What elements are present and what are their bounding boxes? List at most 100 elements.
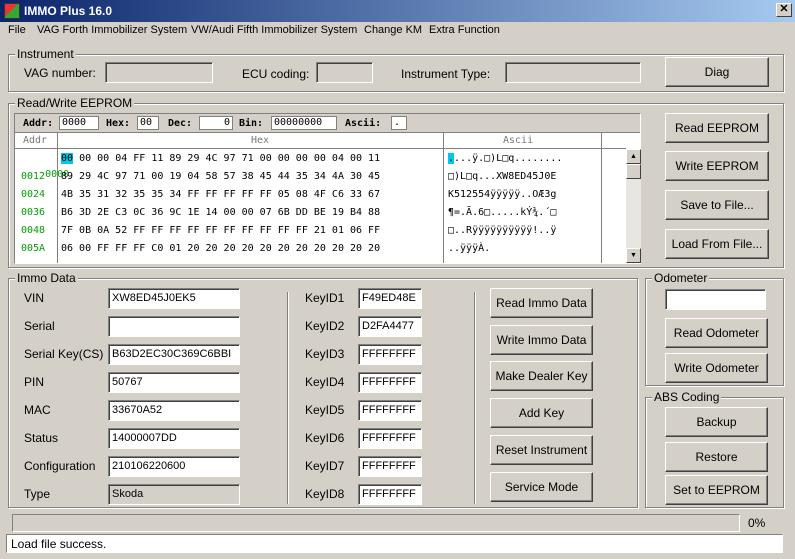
configuration-label: Configuration bbox=[24, 459, 96, 473]
scroll-down-icon[interactable]: ▼ bbox=[626, 248, 641, 263]
row-hex[interactable]: 7F 0B 0A 52 FF FF FF FF FF FF FF FF FF F… bbox=[61, 223, 380, 239]
odometer-field[interactable] bbox=[665, 289, 766, 310]
hex-row[interactable]: 0012 bbox=[21, 169, 45, 185]
type-field: Skoda bbox=[108, 484, 240, 505]
row-ascii[interactable]: ¶=.Ã.6□.....kÝ¾.´□ bbox=[448, 205, 556, 221]
bin-value: 00000000 bbox=[271, 116, 337, 130]
write-odometer-button[interactable]: Write Odometer bbox=[665, 353, 768, 383]
add-key-button[interactable]: Add Key bbox=[490, 398, 593, 428]
diag-button[interactable]: Diag bbox=[665, 57, 769, 87]
keyid4-field[interactable]: FFFFFFFF bbox=[358, 372, 422, 393]
hex-column-header-label: Hex bbox=[251, 135, 270, 146]
menu-extra-function[interactable]: Extra Function bbox=[429, 24, 500, 36]
hex-row-ascii[interactable]: ....ÿ.□)L□q........ bbox=[448, 151, 562, 167]
instrument-type-field[interactable] bbox=[505, 62, 641, 83]
mac-label: MAC bbox=[24, 403, 51, 417]
column-separator bbox=[601, 133, 602, 263]
title-bar: IMMO Plus 16.0 ✕ bbox=[0, 0, 795, 22]
menu-vw-audi-fifth[interactable]: VW/Audi Fifth Immobilizer System bbox=[191, 24, 357, 36]
hex-row[interactable]: 0024 bbox=[21, 187, 45, 203]
status-label: Status bbox=[24, 431, 59, 445]
close-button[interactable]: ✕ bbox=[776, 3, 792, 17]
addr-label: Addr: bbox=[23, 118, 54, 129]
hex-editor[interactable]: Addr: 0000 Hex: 00 Dec: 0 Bin: 00000000 … bbox=[14, 113, 641, 264]
keyid5-label: KeyID5 bbox=[305, 403, 345, 417]
vin-field[interactable]: XW8ED45J0EK5 bbox=[108, 288, 240, 309]
scroll-thumb[interactable] bbox=[626, 164, 641, 179]
service-mode-button[interactable]: Service Mode bbox=[490, 472, 593, 502]
ascii-value: . bbox=[391, 116, 407, 130]
reset-instrument-button[interactable]: Reset Instrument bbox=[490, 435, 593, 465]
backup-button[interactable]: Backup bbox=[665, 407, 768, 437]
make-dealer-key-button[interactable]: Make Dealer Key bbox=[490, 361, 593, 391]
vin-label: VIN bbox=[24, 291, 45, 305]
row-ascii[interactable]: □..Rÿÿÿÿÿÿÿÿÿÿ!..ÿ bbox=[448, 223, 556, 239]
window-title: IMMO Plus 16.0 bbox=[24, 4, 113, 18]
ecu-coding-label: ECU coding: bbox=[242, 67, 310, 81]
vag-number-field[interactable] bbox=[105, 62, 213, 83]
keyid2-field[interactable]: D2FA4477 bbox=[358, 316, 422, 337]
row-ascii: ...ÿ.□)L□q........ bbox=[454, 153, 563, 164]
row-addr: 0012 bbox=[21, 171, 46, 182]
set-to-eeprom-button[interactable]: Set to EEPROM bbox=[665, 475, 768, 505]
row-hex[interactable]: B6 3D 2E C3 0C 36 9C 1E 14 00 00 07 6B D… bbox=[61, 205, 380, 221]
immo-data-group-title: Immo Data bbox=[15, 271, 78, 285]
status-field[interactable]: 14000007DD bbox=[108, 428, 240, 449]
read-immo-data-button[interactable]: Read Immo Data bbox=[490, 288, 593, 318]
keyid3-field[interactable]: FFFFFFFF bbox=[358, 344, 422, 365]
row-ascii[interactable]: K512554ÿÿÿÿÿ..OÆ3g bbox=[448, 187, 556, 203]
keyid3-label: KeyID3 bbox=[305, 347, 345, 361]
dec-value: 0 bbox=[199, 116, 233, 130]
row-hex[interactable]: 4B 35 31 32 35 35 34 FF FF FF FF FF 05 0… bbox=[61, 187, 380, 203]
load-from-file-button[interactable]: Load From File... bbox=[665, 229, 769, 259]
ascii-column-header: Ascii bbox=[503, 135, 534, 146]
menu-bar: File VAG Forth Immobilizer System VW/Aud… bbox=[0, 22, 795, 41]
ecu-coding-field[interactable] bbox=[316, 62, 373, 83]
keyid6-field[interactable]: FFFFFFFF bbox=[358, 428, 422, 449]
row-hex[interactable]: 89 29 4C 97 71 00 19 04 58 57 38 45 44 3… bbox=[61, 169, 380, 185]
hex-scrollbar[interactable]: ▲ ▼ bbox=[626, 149, 641, 263]
row-hex[interactable]: 06 00 FF FF FF C0 01 20 20 20 20 20 20 2… bbox=[61, 241, 380, 257]
write-immo-data-button[interactable]: Write Immo Data bbox=[490, 325, 593, 355]
hex-label: Hex: bbox=[106, 118, 131, 129]
keyid1-field[interactable]: F49ED48E bbox=[358, 288, 422, 309]
scroll-up-icon[interactable]: ▲ bbox=[626, 149, 641, 164]
hex-row[interactable]: 0048 bbox=[21, 223, 45, 239]
divider bbox=[287, 292, 289, 504]
row-ascii[interactable]: ..ÿÿÿÀ. bbox=[448, 241, 490, 257]
mac-field[interactable]: 33670A52 bbox=[108, 400, 240, 421]
configuration-field[interactable]: 210106220600 bbox=[108, 456, 240, 477]
row-addr: 0036 bbox=[21, 207, 46, 218]
pin-label: PIN bbox=[24, 375, 45, 389]
hex-row[interactable]: 005A bbox=[21, 241, 45, 257]
keyid8-field[interactable]: FFFFFFFF bbox=[358, 484, 422, 505]
restore-button[interactable]: Restore bbox=[665, 442, 768, 472]
menu-file[interactable]: File bbox=[8, 24, 26, 36]
dec-label: Dec: bbox=[168, 118, 193, 129]
save-to-file-button[interactable]: Save to File... bbox=[665, 190, 769, 220]
hex-info-bar: Addr: 0000 Hex: 00 Dec: 0 Bin: 00000000 … bbox=[15, 114, 640, 133]
pin-field[interactable]: 50767 bbox=[108, 372, 240, 393]
menu-vag-forth[interactable]: VAG Forth Immobilizer System bbox=[37, 24, 187, 36]
keyid5-field[interactable]: FFFFFFFF bbox=[358, 400, 422, 421]
row-ascii[interactable]: □)L□q...XW8ED45J0E bbox=[448, 169, 556, 185]
keyid7-field[interactable]: FFFFFFFF bbox=[358, 456, 422, 477]
status-bar: Load file success. bbox=[6, 534, 783, 553]
app-icon bbox=[4, 3, 20, 19]
hex-row[interactable]: 0036 bbox=[21, 205, 45, 221]
abs-coding-group-title: ABS Coding bbox=[652, 390, 722, 404]
menu-change-km[interactable]: Change KM bbox=[364, 24, 422, 36]
selected-byte[interactable]: 00 bbox=[61, 153, 74, 164]
column-separator bbox=[443, 133, 444, 263]
row-addr: 0048 bbox=[21, 225, 46, 236]
write-eeprom-button[interactable]: Write EEPROM bbox=[665, 151, 769, 181]
addr-column-header: Addr bbox=[23, 135, 48, 146]
read-eeprom-button[interactable]: Read EEPROM bbox=[665, 113, 769, 143]
serial-label: Serial bbox=[24, 319, 55, 333]
hex-row-bytes[interactable]: 00 00 00 04 FF 11 89 29 4C 97 71 00 00 0… bbox=[61, 151, 380, 167]
read-odometer-button[interactable]: Read Odometer bbox=[665, 318, 768, 348]
row-hex: 00 00 04 FF 11 89 29 4C 97 71 00 00 00 0… bbox=[73, 153, 381, 164]
serial-field[interactable] bbox=[108, 316, 240, 337]
progress-bar bbox=[12, 514, 740, 532]
serial-key-field[interactable]: B63D2EC30C369C6BBI bbox=[108, 344, 240, 365]
